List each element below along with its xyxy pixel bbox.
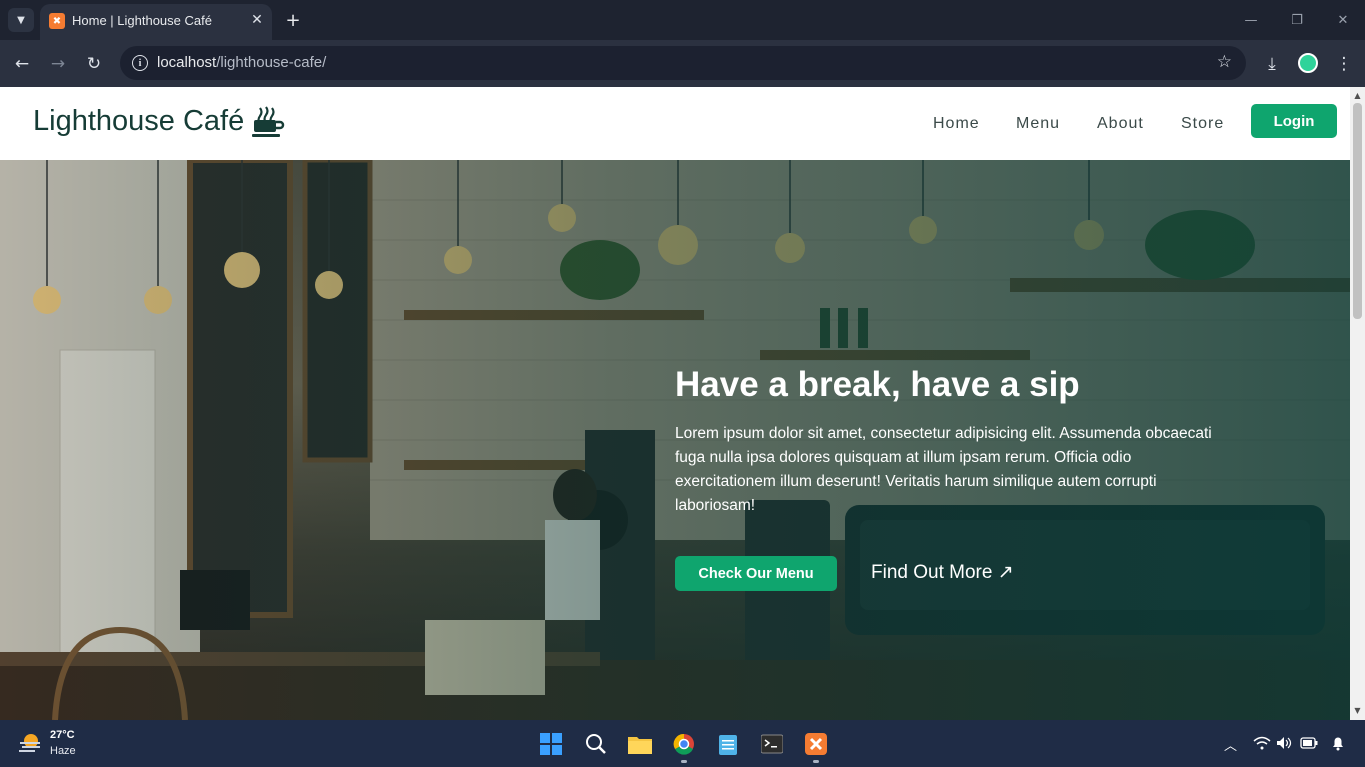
browser-tab[interactable]: ✖ Home | Lighthouse Café ✕ [40, 4, 272, 40]
xampp-running-indicator [813, 760, 819, 763]
nav-store-link[interactable]: Store [1181, 115, 1224, 133]
chrome-icon[interactable] [672, 732, 696, 756]
windows-taskbar: 27°C Haze ︿ [0, 720, 1365, 767]
brand-logo[interactable]: Lighthouse Café [33, 105, 286, 138]
more-menu-icon[interactable]: ⋮ [1332, 52, 1356, 76]
battery-icon[interactable] [1300, 737, 1318, 749]
scroll-down-arrow-icon[interactable]: ▼ [1353, 706, 1362, 716]
chrome-running-indicator [681, 760, 687, 763]
url-path: /lighthouse-cafe/ [216, 54, 327, 71]
notepad-icon[interactable] [716, 732, 740, 756]
hero-section: Have a break, have a sip Lorem ipsum dol… [0, 160, 1350, 720]
hero-title: Have a break, have a sip [675, 365, 1080, 404]
tab-title: Home | Lighthouse Café [72, 13, 212, 28]
windows-start-icon[interactable] [539, 732, 563, 756]
reload-icon[interactable]: ↻ [82, 52, 106, 76]
address-bar[interactable]: i localhost/lighthouse-cafe/ ☆ [120, 46, 1246, 80]
tray-chevron-up-icon[interactable]: ︿ [1224, 735, 1237, 754]
nav-home-link[interactable]: Home [933, 115, 980, 133]
weather-temperature[interactable]: 27°C [50, 729, 75, 741]
browser-toolbar: ← → ↻ i localhost/lighthouse-cafe/ ☆ ⤓ ⋮ [0, 40, 1365, 87]
restore-icon[interactable]: ❐ [1282, 8, 1312, 32]
search-icon[interactable] [584, 732, 608, 756]
close-tab-icon[interactable]: ✕ [247, 10, 267, 30]
file-explorer-icon[interactable] [628, 732, 652, 756]
new-tab-icon[interactable]: + [282, 9, 304, 31]
bookmark-star-icon[interactable]: ☆ [1217, 52, 1232, 72]
coffee-cup-icon [252, 105, 285, 137]
nav-about-link[interactable]: About [1097, 115, 1144, 133]
brand-name: Lighthouse Café [33, 105, 245, 137]
download-icon[interactable]: ⤓ [1260, 52, 1284, 76]
terminal-icon[interactable] [760, 732, 784, 756]
xampp-icon: ✖ [49, 13, 65, 29]
volume-icon[interactable] [1276, 736, 1292, 750]
notification-bell-icon[interactable] [1330, 735, 1346, 751]
nav-menu-link[interactable]: Menu [1016, 115, 1060, 133]
xampp-icon[interactable] [804, 732, 828, 756]
close-window-icon[interactable]: ✕ [1328, 8, 1358, 32]
check-menu-button[interactable]: Check Our Menu [675, 556, 837, 591]
scroll-up-arrow-icon[interactable]: ▲ [1353, 91, 1362, 101]
page-scrollbar[interactable]: ▲ ▼ [1350, 87, 1365, 720]
site-navbar: Lighthouse Café Home Menu About Store Lo… [0, 87, 1350, 160]
haze-weather-icon[interactable] [18, 732, 42, 754]
back-arrow-icon[interactable]: ← [10, 52, 34, 76]
url-text[interactable]: localhost/lighthouse-cafe/ [157, 54, 326, 71]
url-host: localhost [157, 54, 217, 71]
forward-arrow-icon[interactable]: → [46, 52, 70, 76]
wifi-icon[interactable] [1253, 736, 1271, 750]
browser-tabstrip: ▼ ✖ Home | Lighthouse Café ✕ + — ❐ ✕ [0, 0, 1365, 40]
profile-avatar-icon[interactable] [1298, 53, 1318, 73]
page-viewport: Lighthouse Café Home Menu About Store Lo… [0, 87, 1350, 720]
find-out-more-link[interactable]: Find Out More ↗ [871, 561, 1014, 584]
tab-search-chevron-icon[interactable]: ▼ [8, 8, 34, 32]
weather-condition[interactable]: Haze [50, 745, 76, 757]
minimize-icon[interactable]: — [1236, 8, 1266, 32]
hero-description: Lorem ipsum dolor sit amet, consectetur … [675, 425, 1212, 514]
scroll-thumb[interactable] [1353, 103, 1362, 319]
login-button[interactable]: Login [1251, 104, 1337, 138]
site-info-icon[interactable]: i [132, 55, 148, 71]
